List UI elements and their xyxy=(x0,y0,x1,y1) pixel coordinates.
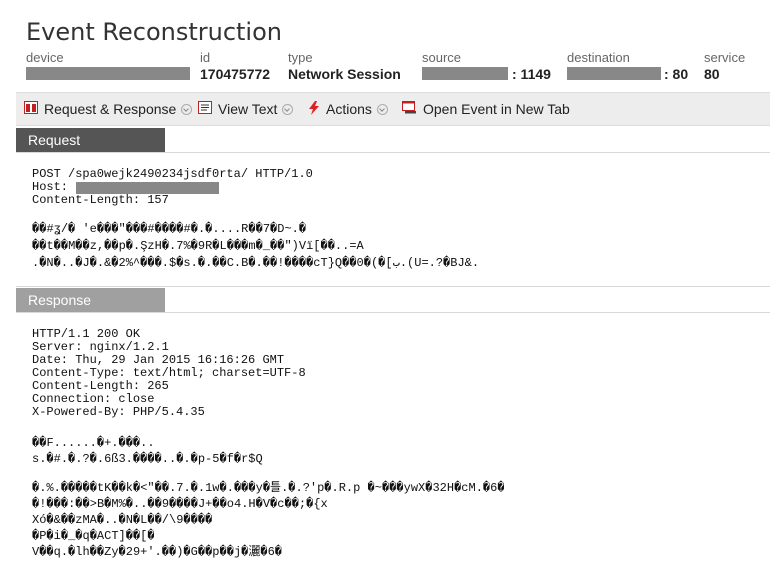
split-view-icon xyxy=(24,101,38,117)
request-body-line-2: ��t��M��z,��p�.ŞzH�.7%�9R�L���m�_��")Vï[… xyxy=(32,239,364,253)
request-response-menu[interactable]: Request & Response xyxy=(24,93,193,125)
request-tab[interactable]: Request xyxy=(16,128,165,152)
source-port: : 1149 xyxy=(512,66,551,82)
chevron-down-icon xyxy=(282,103,294,115)
response-body-part-b: �.%.�����tK��k�<"��.7.�.1w�.���y�틀.�.?'p… xyxy=(32,481,505,559)
actions-menu[interactable]: Actions xyxy=(308,93,388,125)
response-headers: HTTP/1.1 200 OK Server: nginx/1.2.1 Date… xyxy=(32,327,306,419)
type-value: Network Session xyxy=(288,66,401,82)
view-text-menu[interactable]: View Text xyxy=(198,93,294,125)
response-tab[interactable]: Response xyxy=(16,288,165,312)
request-section-header: Request xyxy=(16,128,770,153)
lightning-icon xyxy=(308,100,320,118)
actions-label: Actions xyxy=(326,101,372,117)
service-value: 80 xyxy=(704,66,720,82)
response-body-part-a: ��F......�+.���.. s.�#.�.?�.6ß3.����..�.… xyxy=(32,436,263,466)
request-content-length: Content-Length: 157 xyxy=(32,193,169,207)
device-label: device xyxy=(26,50,64,65)
toolbar: Request & Response View Text Actions Ope… xyxy=(16,92,770,126)
event-metadata: device id 170475772 type Network Session… xyxy=(0,50,770,86)
request-body-line-1: ��#ʓ/� 'e���"���#����#�.�....R��7�D~.� xyxy=(32,222,307,236)
open-event-new-tab-button[interactable]: Open Event in New Tab xyxy=(402,93,570,125)
request-body-line-3: .�N�..�J�.&�2%^���.$�s.�.��C.B�.��!����c… xyxy=(32,256,480,270)
request-response-label: Request & Response xyxy=(44,101,177,117)
open-event-label: Open Event in New Tab xyxy=(423,101,570,117)
response-section-header: Response xyxy=(16,288,770,313)
page-title: Event Reconstruction xyxy=(26,18,282,46)
destination-label: destination xyxy=(567,50,630,65)
id-label: id xyxy=(200,50,211,65)
service-label: service xyxy=(704,50,746,65)
section-divider xyxy=(16,286,770,287)
destination-port: : 80 xyxy=(664,66,689,82)
text-view-icon xyxy=(198,101,212,117)
chevron-down-icon xyxy=(181,103,193,115)
chevron-down-icon xyxy=(376,103,388,115)
source-label: source xyxy=(422,50,462,65)
source-redacted xyxy=(422,67,508,80)
request-line: POST /spa0wejk2490234jsdf0rta/ HTTP/1.0 xyxy=(32,167,313,181)
type-label: type xyxy=(288,50,313,65)
id-value: 170475772 xyxy=(200,66,271,82)
new-tab-icon xyxy=(402,101,417,117)
destination-redacted xyxy=(567,67,661,80)
device-redacted xyxy=(26,67,190,80)
view-text-label: View Text xyxy=(218,101,278,117)
